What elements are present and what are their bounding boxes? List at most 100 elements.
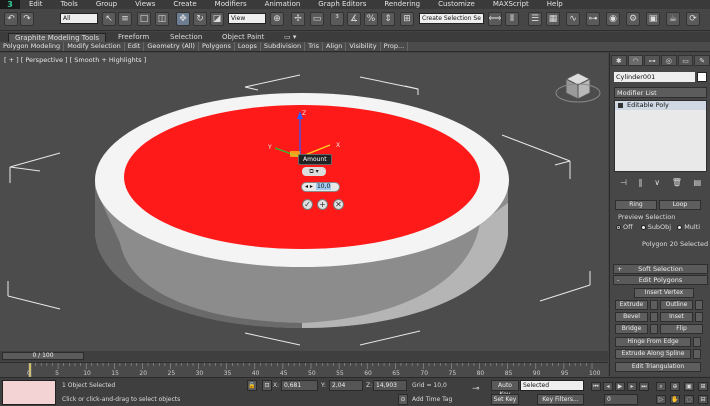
selected-polygon[interactable] [124,105,480,249]
soft-selection-rollout[interactable]: + Soft Selection [613,264,708,274]
window-crossing-icon[interactable]: ◫ [155,12,169,26]
object-color-swatch[interactable] [697,72,707,82]
named-selection-sets-dropdown[interactable]: Create Selection Se [419,13,484,24]
zoom-extents-icon[interactable]: ▣ [684,382,694,391]
curve-editor-icon[interactable]: ∿ [566,12,580,26]
extrude-settings-button[interactable] [650,300,658,310]
zoom-extents-all-icon[interactable]: ⊞ [698,382,708,391]
set-key-button[interactable]: Set Key [491,394,519,405]
bridge-settings-button[interactable] [650,324,658,334]
menu-tools[interactable]: Tools [52,0,87,9]
pan-icon[interactable]: ✋ [670,395,680,404]
render-production-icon[interactable]: ☕ [666,12,680,26]
panel-subdivision[interactable]: Subdivision [261,42,306,51]
key-mode-dropdown[interactable]: Selected [520,380,584,391]
y-coordinate-field[interactable]: 2,04 [329,380,363,391]
remove-modifier-icon[interactable]: 🗑 [672,178,682,187]
caddy-ok-button[interactable]: ✓ [302,199,313,210]
snaps-toggle-icon[interactable]: ³ [330,12,344,26]
motion-tab-icon[interactable]: ◎ [661,55,677,66]
reference-coord-dropdown[interactable]: View [228,13,266,24]
pin-stack-icon[interactable]: ⊣ [620,178,627,187]
select-scale-icon[interactable]: ◪ [210,12,224,26]
menu-help[interactable]: Help [538,0,572,9]
loop-button[interactable]: Loop [659,200,701,210]
maxscript-listener[interactable] [2,380,56,405]
track-bar[interactable]: 0 5 10 15 20 25 30 35 40 45 50 55 60 65 70 75 80 85 90 95 10… [0,362,608,378]
menu-modifiers[interactable]: Modifiers [206,0,256,9]
caddy-cancel-button[interactable]: ✕ [333,199,344,210]
inset-button[interactable]: Inset [660,312,693,322]
extrude-button[interactable]: Extrude [615,300,648,310]
select-object-icon[interactable]: ↖ [102,12,116,26]
menu-rendering[interactable]: Rendering [375,0,429,9]
undo-icon[interactable]: ↶ [4,12,18,26]
play-icon[interactable]: ▶ [615,382,625,391]
viewport-label[interactable]: [ + ] [ Perspective ] [ Smooth + Highlig… [4,56,146,64]
perspective-viewport[interactable]: Z Y X [ + ] [ Perspective ] [ Smooth + H… [0,53,608,351]
menu-customize[interactable]: Customize [429,0,484,9]
key-filters-button[interactable]: Key Filters... [537,394,584,405]
edit-polygons-rollout[interactable]: - Edit Polygons [613,275,708,285]
panel-geometry-all[interactable]: Geometry (All) [144,42,199,51]
pivot-center-icon[interactable]: ⊕ [270,12,284,26]
panel-modify-selection[interactable]: Modify Selection [64,42,125,51]
outline-settings-button[interactable] [695,300,703,310]
absolute-mode-icon[interactable]: ⊡ [262,380,272,391]
rect-selection-icon[interactable]: □ [137,12,151,26]
keyboard-shortcut-icon[interactable]: ▭ [310,12,324,26]
maximize-viewport-icon[interactable]: ⊟ [698,395,708,404]
edit-triangulation-button[interactable]: Edit Triangulation [615,362,701,372]
render-setup-icon[interactable]: ⚙ [626,12,640,26]
outline-button[interactable]: Outline [660,300,693,310]
menu-group[interactable]: Group [87,0,126,9]
render-iterative-icon[interactable]: ⟳ [686,12,700,26]
tab-selection[interactable]: Selection [170,33,202,42]
auto-key-button[interactable]: Auto Key [491,380,519,398]
inset-settings-button[interactable] [695,312,703,322]
current-frame-field[interactable]: 0 [604,394,638,405]
align-icon[interactable]: ⫴ [505,12,519,26]
utilities-tab-icon[interactable]: ✎ [694,55,710,66]
modifier-list-dropdown[interactable]: Modifier List [614,87,707,98]
caddy-amount-spinner[interactable]: ◂ ▸ 10,0 [301,182,340,192]
hinge-settings-button[interactable] [693,337,701,347]
go-to-end-icon[interactable]: ⏭ [639,382,649,391]
panel-polygons[interactable]: Polygons [199,42,235,51]
menu-edit[interactable]: Edit [20,0,52,9]
field-of-view-icon[interactable]: ▷ [656,395,666,404]
x-coordinate-field[interactable]: 0,681 [281,380,318,391]
hierarchy-tab-icon[interactable]: ⊶ [644,55,661,66]
panel-align[interactable]: Align [323,42,347,51]
mirror-icon[interactable]: ⟺ [488,12,502,26]
insert-vertex-button[interactable]: Insert Vertex [634,288,694,298]
ring-button[interactable]: Ring [615,200,657,210]
preview-off-radio[interactable] [616,224,621,230]
hinge-from-edge-button[interactable]: Hinge From Edge [615,337,691,347]
selection-filter-dropdown[interactable]: All [60,13,98,24]
time-slider[interactable]: 0 / 100 [0,351,608,361]
flip-button[interactable]: Flip [660,324,703,334]
extrude-spline-settings-button[interactable] [693,349,701,359]
layer-manager-icon[interactable]: ☰ [528,12,542,26]
caddy-apply-button[interactable]: + [317,199,328,210]
bevel-button[interactable]: Bevel [615,312,648,322]
caddy-extrusion-type[interactable]: ⧉ ▾ [302,167,326,176]
show-end-result-icon[interactable]: ‖ [639,178,643,187]
bridge-button[interactable]: Bridge [615,324,648,334]
panel-polygon-modeling[interactable]: Polygon Modeling [0,42,65,51]
panel-tris[interactable]: Tris [305,42,324,51]
extrude-along-spline-button[interactable]: Extrude Along Spline [615,349,691,359]
panel-visibility[interactable]: Visibility [346,42,381,51]
menu-create[interactable]: Create [164,0,205,9]
menu-views[interactable]: Views [126,0,164,9]
previous-frame-icon[interactable]: ◂ [603,382,613,391]
preview-subobj-radio[interactable] [640,224,646,230]
tab-object-paint[interactable]: Object Paint [222,33,264,42]
add-time-tag[interactable]: Add Time Tag [412,394,452,405]
preview-multi-radio[interactable] [677,224,683,230]
zoom-all-icon[interactable]: ⊕ [670,382,680,391]
configure-sets-icon[interactable]: ▤ [694,178,702,187]
app-logo[interactable]: 3 [0,0,20,9]
zoom-icon[interactable]: ⌕ [656,382,666,391]
